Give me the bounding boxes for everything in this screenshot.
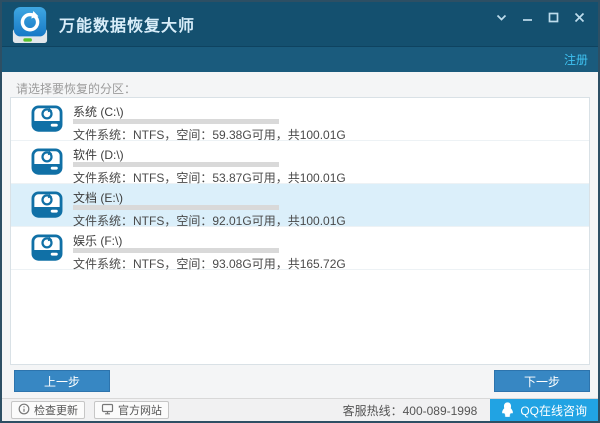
register-link[interactable]: 注册 <box>564 51 588 68</box>
hotline-label: 客服热线：400-089-1998 <box>343 402 478 419</box>
monitor-icon <box>101 403 114 418</box>
check-update-label: 检查更新 <box>34 402 78 418</box>
close-button[interactable] <box>573 11 586 24</box>
check-update-button[interactable]: 检查更新 <box>11 401 85 419</box>
partition-name: 娱乐 (F:\) <box>73 232 122 249</box>
titlebar: 万能数据恢复大师 <box>2 2 598 46</box>
main-content: 请选择要恢复的分区： 系统 (C:\) 文件系统：NTFS，空间：59.38G可… <box>2 72 598 398</box>
partition-row-c[interactable]: 系统 (C:\) 文件系统：NTFS，空间：59.38G可用，共100.01G <box>11 98 589 141</box>
drive-restore-icon <box>29 191 65 226</box>
window-title: 万能数据恢复大师 <box>59 12 195 36</box>
info-circle-icon <box>18 403 30 418</box>
chevron-down-icon[interactable] <box>495 11 508 24</box>
partition-info: 文件系统：NTFS，空间：93.08G可用，共165.72G <box>73 255 346 272</box>
footer: 检查更新 官方网站 客服热线：400-089-1998 QQ在线咨询 <box>2 398 598 421</box>
partition-name: 文档 (E:\) <box>73 189 123 206</box>
qq-consult-button[interactable]: QQ在线咨询 <box>490 399 598 422</box>
usage-bar <box>73 119 279 124</box>
next-step-button[interactable]: 下一步 <box>494 370 590 392</box>
qq-consult-label: QQ在线咨询 <box>520 402 587 419</box>
partition-list: 系统 (C:\) 文件系统：NTFS，空间：59.38G可用，共100.01G … <box>10 97 590 365</box>
official-site-button[interactable]: 官方网站 <box>94 401 169 419</box>
app-logo-icon <box>11 5 49 45</box>
drive-restore-icon <box>29 105 65 140</box>
drive-restore-icon <box>29 234 65 269</box>
partition-row-f[interactable]: 娱乐 (F:\) 文件系统：NTFS，空间：93.08G可用，共165.72G <box>11 227 589 270</box>
partition-row-e[interactable]: 文档 (E:\) 文件系统：NTFS，空间：92.01G可用，共100.01G <box>11 184 589 227</box>
official-site-label: 官方网站 <box>118 402 162 418</box>
usage-bar <box>73 205 279 210</box>
maximize-button[interactable] <box>547 11 560 24</box>
partition-row-d[interactable]: 软件 (D:\) 文件系统：NTFS，空间：53.87G可用，共100.01G <box>11 141 589 184</box>
prompt-label: 请选择要恢复的分区： <box>16 80 136 97</box>
partition-name: 系统 (C:\) <box>73 103 124 120</box>
app-window: 万能数据恢复大师 注册 请选择要恢复的分区： <box>0 0 600 423</box>
window-controls <box>495 11 586 24</box>
usage-bar <box>73 248 279 253</box>
qq-penguin-icon <box>501 402 514 420</box>
minimize-button[interactable] <box>521 11 534 24</box>
usage-bar <box>73 162 279 167</box>
drive-restore-icon <box>29 148 65 183</box>
partition-name: 软件 (D:\) <box>73 146 124 163</box>
subheader: 注册 <box>2 46 598 72</box>
prev-step-button[interactable]: 上一步 <box>14 370 110 392</box>
